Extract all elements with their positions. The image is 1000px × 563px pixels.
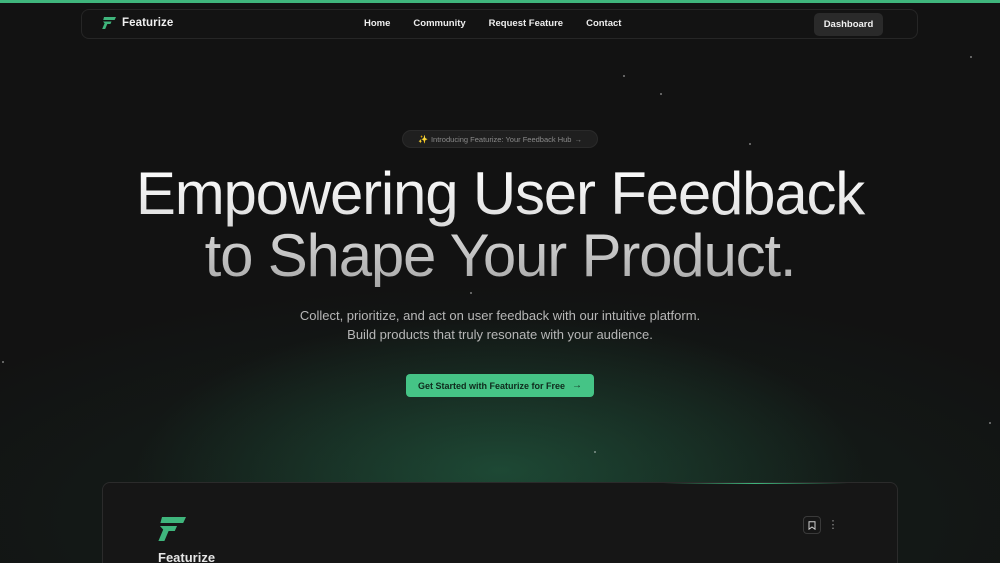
announcement-text: Introducing Featurize: Your Feedback Hub	[430, 134, 572, 144]
background-star	[470, 292, 472, 294]
bookmark-button[interactable]	[803, 516, 821, 534]
top-accent-bar	[0, 0, 1000, 3]
background-star	[594, 451, 596, 453]
hero-title-line-2: to Shape Your Product.	[204, 222, 796, 289]
hero-subtitle: Collect, prioritize, and act on user fee…	[0, 306, 1000, 344]
nav-links: Home Community Request Feature Contact	[364, 18, 621, 29]
nav-link-home[interactable]: Home	[364, 18, 390, 29]
bookmark-icon	[808, 520, 816, 530]
hero-subtitle-line-2: Build products that truly resonate with …	[347, 327, 653, 342]
arrow-right-icon: →	[572, 380, 583, 391]
brand-name: Featurize	[122, 17, 174, 29]
nav-link-request-feature[interactable]: Request Feature	[489, 18, 563, 29]
get-started-label: Get Started with Featurize for Free	[417, 380, 566, 391]
background-star	[989, 422, 991, 424]
nav-link-contact[interactable]: Contact	[586, 18, 621, 29]
nav-link-community[interactable]: Community	[413, 18, 465, 29]
hero-subtitle-line-1: Collect, prioritize, and act on user fee…	[299, 308, 701, 323]
hero-title-line-1: Empowering User Feedback	[135, 160, 865, 227]
arrow-right-icon: →	[574, 134, 582, 144]
more-vertical-icon[interactable]: ⋮	[827, 517, 839, 533]
navbar: Featurize Home Community Request Feature…	[81, 9, 918, 39]
get-started-button[interactable]: Get Started with Featurize for Free →	[406, 374, 594, 397]
preview-app-name: Featurize	[158, 550, 216, 563]
background-star	[2, 361, 4, 363]
dashboard-button[interactable]: Dashboard	[814, 13, 883, 36]
app-preview-card: Featurize ⋮	[102, 482, 898, 563]
landing-page: Featurize Home Community Request Feature…	[0, 0, 1000, 563]
brand[interactable]: Featurize	[102, 17, 173, 29]
preview-glow-line	[663, 483, 848, 484]
background-star	[749, 143, 751, 145]
hero-title: Empowering User Feedback to Shape Your P…	[0, 163, 1000, 287]
background-star	[623, 75, 625, 77]
announcement-pill[interactable]: ✨ Introducing Featurize: Your Feedback H…	[402, 130, 598, 148]
background-star	[970, 56, 972, 58]
sparkle-icon: ✨	[418, 134, 428, 144]
featurize-logo-icon	[158, 517, 186, 541]
featurize-logo-icon	[102, 17, 116, 29]
background-star	[660, 93, 662, 95]
